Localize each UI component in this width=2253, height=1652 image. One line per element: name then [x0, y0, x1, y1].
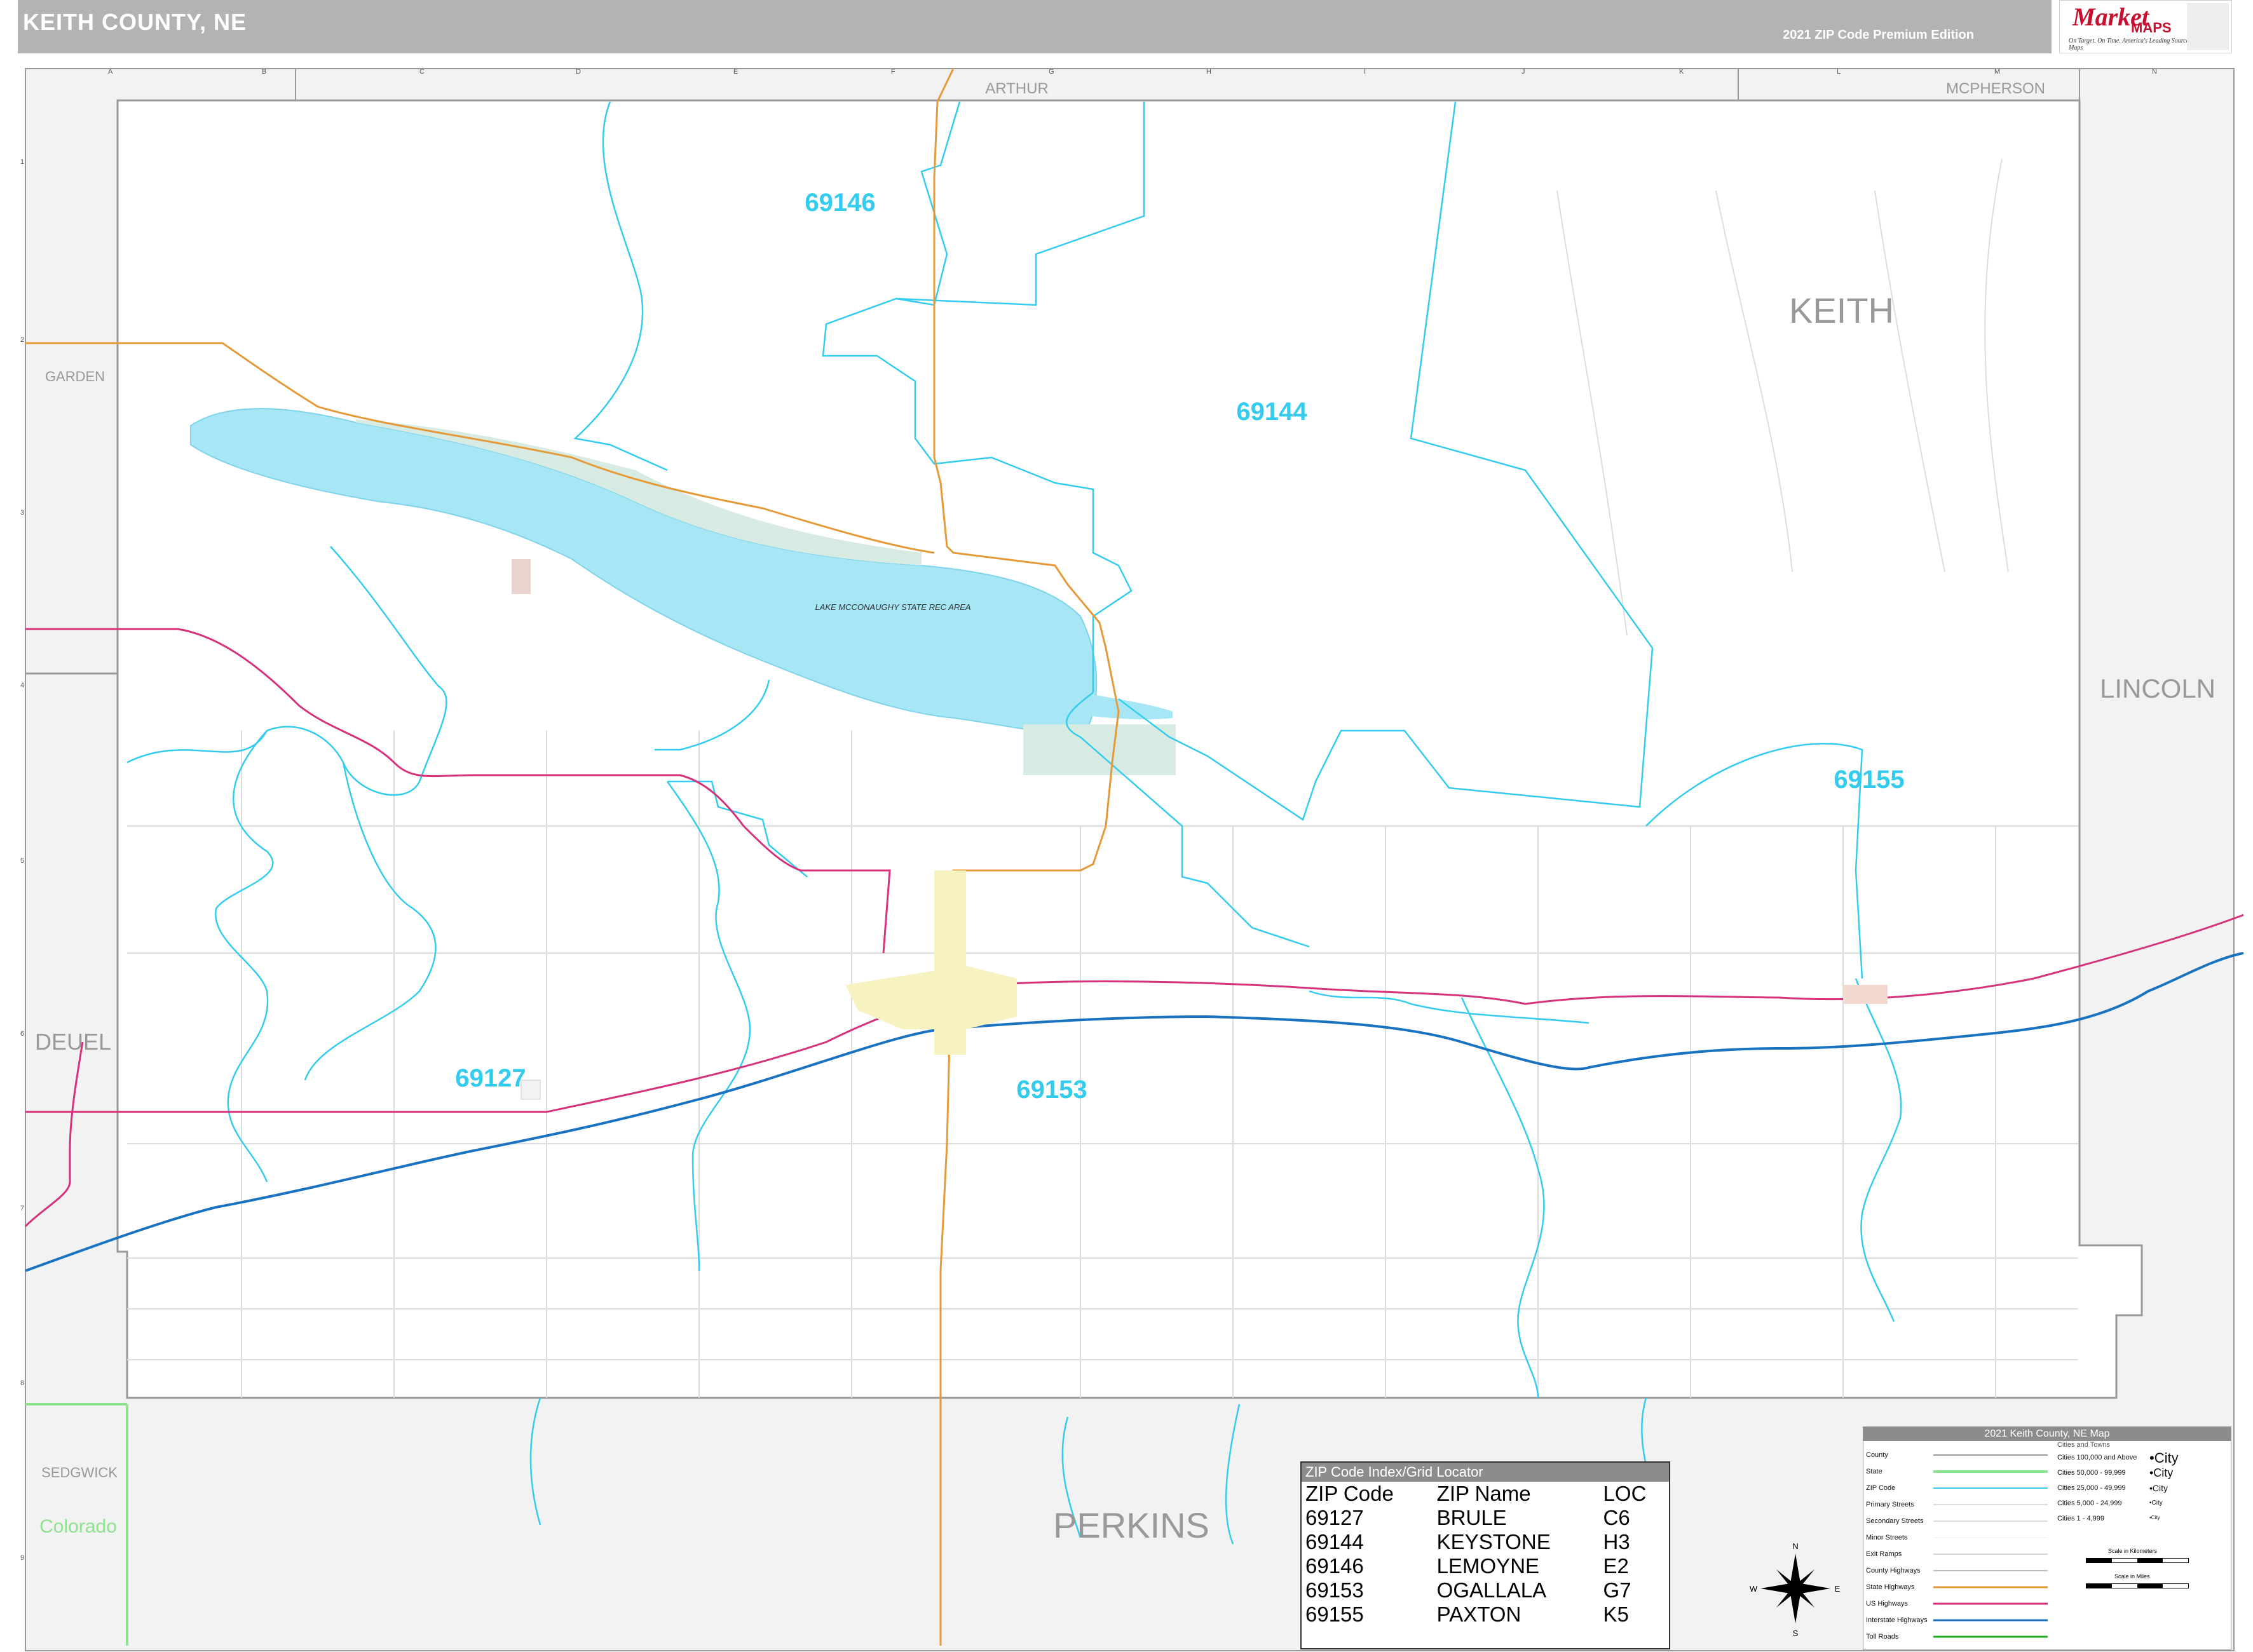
- city-size: Cities 5,000 - 24,999: [2057, 1500, 2122, 1507]
- zip-cell: 69127: [1305, 1506, 1364, 1529]
- map-legend: 2021 Keith County, NE Map County State Z…: [1863, 1426, 2231, 1650]
- zip-label-69155: 69155: [1834, 766, 1904, 794]
- city-mark: •City: [2149, 1466, 2174, 1479]
- zip-label-69127: 69127: [455, 1064, 526, 1092]
- svg-text:9: 9: [20, 1554, 24, 1562]
- svg-text:N: N: [2152, 68, 2157, 76]
- arthur-county-label: ARTHUR: [985, 80, 1049, 97]
- legend-item: Minor Streets: [1866, 1534, 1908, 1541]
- loc-cell: G7: [1603, 1578, 1631, 1602]
- zip-cell: 69146: [1305, 1554, 1364, 1578]
- city-mark: •City: [2149, 1515, 2160, 1520]
- zip-label-69153: 69153: [1016, 1076, 1087, 1104]
- svg-text:E: E: [733, 68, 738, 76]
- city-mark: •City: [2149, 1450, 2179, 1466]
- compass-n: N: [1792, 1541, 1798, 1551]
- zip-index-col-name: ZIP Name: [1436, 1482, 1531, 1505]
- svg-text:8: 8: [20, 1379, 24, 1387]
- svg-text:1: 1: [20, 158, 24, 166]
- zip-name-cell: LEMOYNE: [1436, 1554, 1540, 1578]
- scale-bar-km: [2086, 1558, 2189, 1563]
- svg-text:A: A: [108, 68, 113, 76]
- colorado-state-label: Colorado: [39, 1516, 117, 1537]
- compass-s: S: [1793, 1628, 1799, 1638]
- svg-text:H: H: [1206, 68, 1211, 76]
- svg-text:6: 6: [20, 1030, 24, 1038]
- legend-item: County: [1866, 1451, 1888, 1459]
- zip-cell: 69144: [1305, 1530, 1364, 1554]
- zip-index-header-row: ZIP Code ZIP Name LOC: [1302, 1482, 1669, 1506]
- legend-item: ZIP Code: [1866, 1484, 1896, 1492]
- zip-cell: 69153: [1305, 1578, 1364, 1602]
- cities-title: Cities and Towns: [2057, 1441, 2110, 1449]
- svg-text:7: 7: [20, 1205, 24, 1212]
- compass-w: W: [1750, 1584, 1758, 1594]
- scale-bar-mi: [2086, 1583, 2189, 1588]
- zip-cell: 69155: [1305, 1602, 1364, 1626]
- sedgwick-county-label: SEDGWICK: [41, 1465, 118, 1480]
- county-map: A B C D E F G H I J K L M N 1 2 3 4 5 6 …: [20, 68, 2244, 1651]
- loc-cell: C6: [1603, 1506, 1630, 1529]
- city-size: Cities 25,000 - 49,999: [2057, 1484, 2126, 1492]
- loc-cell: E2: [1603, 1554, 1629, 1578]
- deuel-county-label: DEUEL: [35, 1029, 111, 1055]
- svg-text:L: L: [1837, 68, 1841, 76]
- zip-name-cell: BRULE: [1436, 1506, 1507, 1529]
- svg-text:B: B: [262, 68, 266, 76]
- zip-name-cell: OGALLALA: [1436, 1578, 1547, 1602]
- lincoln-county-label: LINCOLN: [2100, 674, 2216, 703]
- table-row: 69153 OGALLALA G7: [1302, 1578, 1669, 1602]
- legend-swatches: [1933, 1454, 2048, 1638]
- lake-label: LAKE MCCONAUGHY STATE REC AREA: [815, 602, 970, 612]
- zip-index-col-loc: LOC: [1603, 1482, 1647, 1505]
- svg-text:M: M: [1994, 68, 2000, 76]
- table-row: 69146 LEMOYNE E2: [1302, 1554, 1669, 1578]
- legend-item: Primary Streets: [1866, 1501, 1914, 1508]
- legend-item: Toll Roads: [1866, 1633, 1899, 1641]
- legend-title: 2021 Keith County, NE Map: [1863, 1427, 2231, 1441]
- zip-label-69144: 69144: [1236, 398, 1307, 426]
- city-size: Cities 50,000 - 99,999: [2057, 1469, 2126, 1477]
- city-size: Cities 1 - 4,999: [2057, 1515, 2104, 1522]
- zip-index-col-zip: ZIP Code: [1305, 1482, 1394, 1505]
- zip-index-title: ZIP Code Index/Grid Locator: [1302, 1463, 1669, 1482]
- legend-item: US Highways: [1866, 1600, 1909, 1608]
- legend-item: County Highways: [1866, 1567, 1921, 1574]
- legend-item: State Highways: [1866, 1583, 1915, 1591]
- zip-index-table: ZIP Code Index/Grid Locator ZIP Code ZIP…: [1300, 1461, 1670, 1649]
- svg-text:K: K: [1679, 68, 1684, 76]
- legend-item: State: [1866, 1468, 1882, 1475]
- scale-mi-label: Scale in Miles: [2114, 1573, 2150, 1580]
- svg-text:C: C: [419, 68, 425, 76]
- table-row: 69155 PAXTON K5: [1302, 1602, 1669, 1627]
- perkins-county-label: PERKINS: [1053, 1505, 1209, 1545]
- legend-item: Exit Ramps: [1866, 1550, 1902, 1558]
- table-row: 69127 BRULE C6: [1302, 1506, 1669, 1530]
- svg-text:4: 4: [20, 682, 24, 689]
- zip-label-69146: 69146: [805, 189, 875, 217]
- city-mark: •City: [2149, 1500, 2163, 1506]
- svg-text:D: D: [576, 68, 581, 76]
- zip-name-cell: KEYSTONE: [1436, 1530, 1551, 1554]
- legend-item: Secondary Streets: [1866, 1517, 1924, 1525]
- loc-cell: K5: [1603, 1602, 1629, 1626]
- mcpherson-county-label: MCPHERSON: [1946, 80, 2045, 97]
- svg-text:G: G: [1049, 68, 1054, 76]
- city-mark: •City: [2149, 1483, 2168, 1493]
- zip-name-cell: PAXTON: [1436, 1602, 1521, 1626]
- svg-text:I: I: [1364, 68, 1366, 76]
- svg-text:J: J: [1521, 68, 1525, 76]
- svg-text:3: 3: [20, 509, 24, 517]
- legend-item: Interstate Highways: [1866, 1616, 1928, 1624]
- svg-text:F: F: [891, 68, 895, 76]
- keith-county-label: KEITH: [1789, 290, 1894, 330]
- garden-county-label: GARDEN: [45, 369, 105, 384]
- svg-text:2: 2: [20, 336, 24, 344]
- table-row: 69144 KEYSTONE H3: [1302, 1530, 1669, 1554]
- city-size: Cities 100,000 and Above: [2057, 1454, 2137, 1461]
- compass-e: E: [1835, 1584, 1841, 1594]
- svg-text:5: 5: [20, 857, 24, 865]
- scale-km-label: Scale in Kilometers: [2108, 1548, 2158, 1554]
- loc-cell: H3: [1603, 1530, 1630, 1554]
